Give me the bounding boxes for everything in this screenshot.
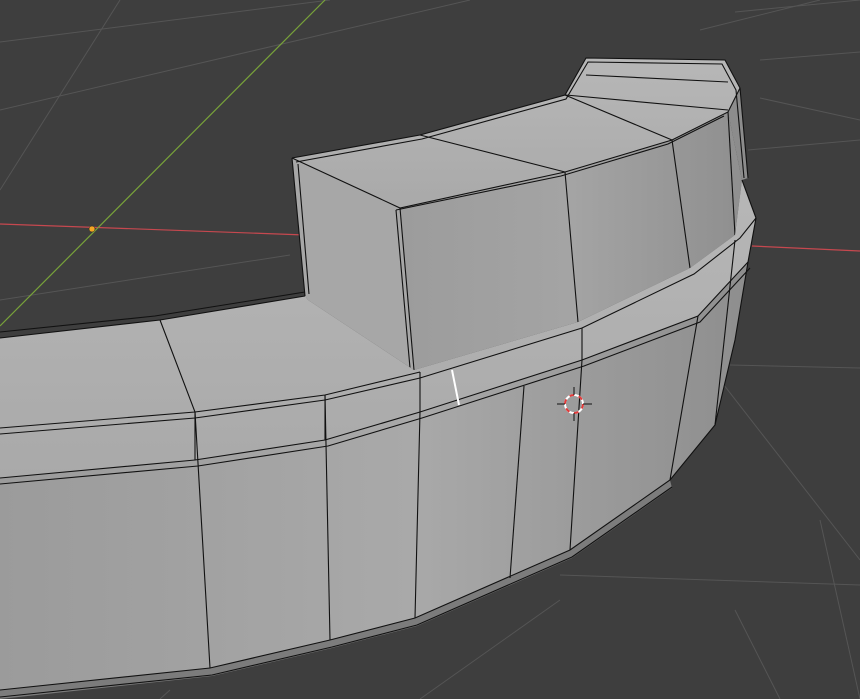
x-axis-line (0, 223, 306, 236)
x-axis-line-right (751, 245, 860, 252)
world-origin-dot (88, 225, 96, 233)
viewport-canvas[interactable] (0, 0, 860, 699)
y-axis-line (0, 0, 326, 327)
3d-viewport[interactable] (0, 0, 860, 699)
